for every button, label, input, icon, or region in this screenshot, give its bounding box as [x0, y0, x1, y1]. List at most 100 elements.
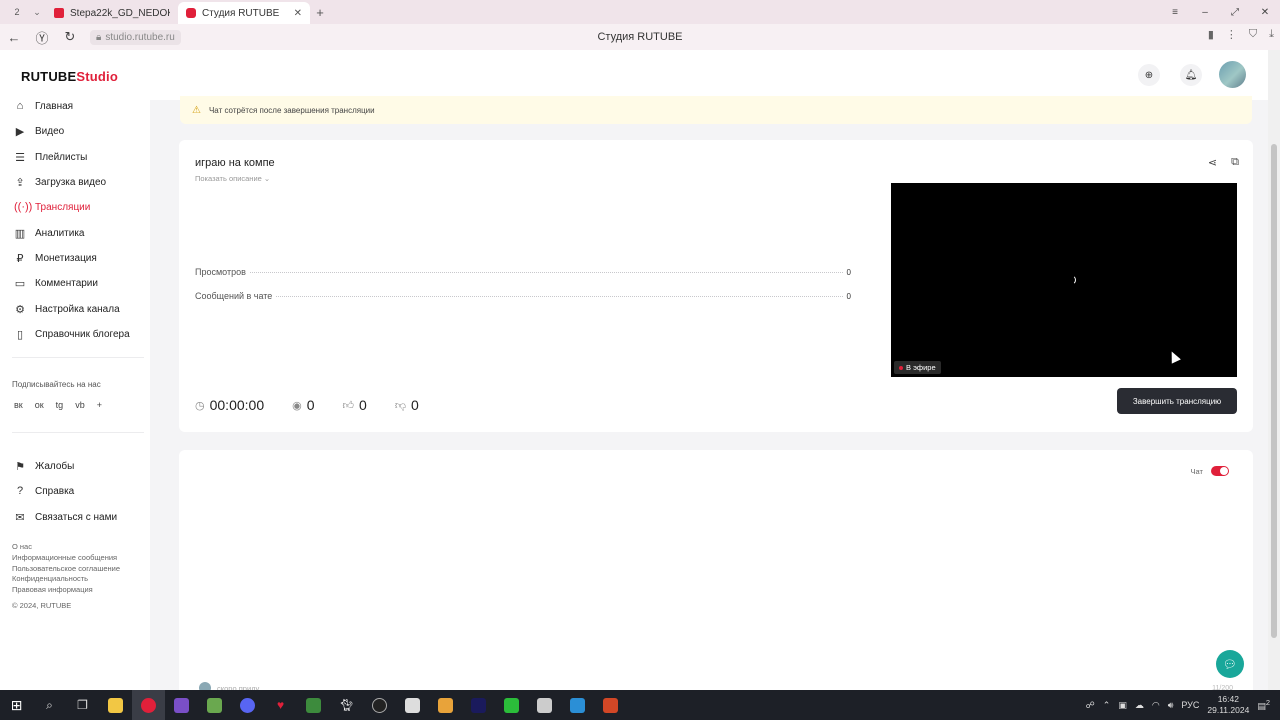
footer-link-privacy[interactable]: Конфиденциальность: [12, 574, 120, 585]
bookmark-icon[interactable]: ▮: [1208, 28, 1214, 41]
page-scrollbar[interactable]: [1268, 50, 1280, 690]
url-field[interactable]: 🔒︎ studio.rutube.ru: [90, 29, 181, 45]
footer-link-info[interactable]: Информационные сообщения: [12, 553, 120, 564]
sidebar-item-comments[interactable]: ▭ Комментарии: [14, 275, 98, 291]
notes-icon[interactable]: [429, 690, 462, 720]
browser-tab-2[interactable]: Студия RUTUBE ✕: [178, 2, 310, 24]
cat-app-icon[interactable]: 🐈︎: [330, 690, 363, 720]
footer-link-agreement[interactable]: Пользовательское соглашение: [12, 564, 120, 575]
notifications-icon[interactable]: 🔔︎: [1180, 64, 1202, 86]
obs-icon[interactable]: [363, 690, 396, 720]
footer-link-about[interactable]: О нас: [12, 542, 120, 553]
document-icon[interactable]: [528, 690, 561, 720]
browser-tab-1[interactable]: Stepa22k_GD_NEDOKUZI: [46, 2, 178, 24]
close-window-icon[interactable]: ✕: [1250, 7, 1280, 18]
menu-icon[interactable]: ≡: [1160, 7, 1190, 18]
app-icon[interactable]: [165, 690, 198, 720]
dotted-leader: [249, 272, 843, 273]
epic-games-icon[interactable]: [396, 690, 429, 720]
mail-icon: ✉: [15, 511, 25, 524]
chat-switch[interactable]: [1211, 466, 1229, 476]
video-player[interactable]: В эфире: [891, 183, 1237, 377]
sidebar-item-channel-settings[interactable]: ⚙ Настройка канала: [14, 301, 120, 317]
avatar[interactable]: [1219, 61, 1246, 88]
footer-link-legal[interactable]: Правовая информация: [12, 585, 120, 596]
loading-spinner-icon: [1066, 275, 1076, 285]
windows-taskbar: ⊞ ⌕ ❐ ♥ 🐈︎ ☍ ⌃ ▣ ☁ ◠ 🔊︎ РУС 16:42 29.11.…: [0, 690, 1280, 720]
game-icon[interactable]: [297, 690, 330, 720]
yandex-browser-icon[interactable]: [132, 690, 165, 720]
viber-icon[interactable]: vb: [75, 400, 85, 410]
language-indicator[interactable]: РУС: [1181, 700, 1199, 710]
more-icon[interactable]: ⋮: [1226, 28, 1237, 41]
logo-main: RUTUBE: [21, 69, 77, 84]
open-external-icon[interactable]: ⧉: [1231, 156, 1239, 169]
telegram-icon[interactable]: tg: [56, 400, 64, 410]
sidebar-item-complaints[interactable]: ⚑ Жалобы: [14, 458, 74, 474]
ok-icon[interactable]: ок: [35, 400, 44, 410]
tray-app-icon[interactable]: ☍: [1086, 700, 1095, 711]
new-tab-icon[interactable]: +: [310, 5, 330, 20]
sidebar-item-broadcasts[interactable]: ((·)) Трансляции: [14, 199, 90, 215]
wifi-icon[interactable]: ◠: [1152, 700, 1160, 711]
more-socials-icon[interactable]: +: [97, 400, 102, 410]
yandex-icon[interactable]: Ⓨ: [28, 28, 56, 47]
close-tab-icon[interactable]: ✕: [294, 8, 302, 19]
sidebar-item-video[interactable]: ▶ Видео: [14, 123, 64, 139]
powerpoint-icon[interactable]: [594, 690, 627, 720]
end-stream-button[interactable]: Завершить трансляцию: [1117, 388, 1237, 414]
heart-app-icon[interactable]: ♥: [264, 690, 297, 720]
url-text: studio.rutube.ru: [105, 31, 175, 43]
back-icon[interactable]: ←: [0, 30, 28, 45]
minecraft-icon[interactable]: [198, 690, 231, 720]
reload-icon[interactable]: ↻: [56, 29, 84, 45]
network-icon[interactable]: ▣: [1118, 700, 1127, 711]
rutube-studio-logo[interactable]: RUTUBEStudio: [21, 69, 118, 84]
sidebar-item-playlists[interactable]: ☰ Плейлисты: [14, 149, 87, 165]
chat-app-icon[interactable]: [561, 690, 594, 720]
minimize-icon[interactable]: –: [1190, 7, 1220, 18]
page-title: Студия RUTUBE: [597, 31, 683, 43]
volume-icon[interactable]: 🔊︎: [1168, 700, 1174, 711]
chat-toggle[interactable]: Чат: [1191, 466, 1229, 476]
sidebar-item-upload[interactable]: ⇪ Загрузка видео: [14, 174, 106, 190]
cloud-icon[interactable]: ☁: [1135, 700, 1144, 711]
task-view-icon[interactable]: ❐: [66, 690, 99, 720]
chat-bubble-icon: 💬︎: [1223, 658, 1237, 671]
discord-icon[interactable]: [231, 690, 264, 720]
maximize-icon[interactable]: ⤢: [1220, 7, 1250, 18]
sidebar-item-monetization[interactable]: ₽ Монетизация: [14, 250, 97, 266]
windows-start-icon[interactable]: ⊞: [0, 690, 33, 720]
sidebar-item-blogger-guide[interactable]: ▯ Справочник блогера: [14, 326, 130, 342]
support-chat-button[interactable]: 💬︎: [1216, 650, 1244, 678]
download-icon[interactable]: ⤓: [1269, 28, 1274, 41]
sidebar-item-label: Справка: [35, 485, 75, 497]
chevron-up-icon[interactable]: ⌃: [1103, 700, 1111, 711]
file-explorer-icon[interactable]: [99, 690, 132, 720]
clock[interactable]: 16:42 29.11.2024: [1207, 694, 1249, 716]
scrollbar-thumb[interactable]: [1271, 144, 1277, 638]
sidebar-item-home[interactable]: ⌂ Главная: [14, 98, 73, 114]
show-description-toggle[interactable]: Показать описание ⌄: [195, 174, 270, 183]
sidebar-item-contact[interactable]: ✉ Связаться с нами: [14, 509, 117, 525]
notifications-center-icon[interactable]: ▤2: [1257, 698, 1270, 712]
share-icon[interactable]: ⋖: [1208, 156, 1217, 169]
sidebar-item-help[interactable]: ? Справка: [14, 483, 74, 499]
sidebar-divider: [12, 357, 144, 358]
sidebar: ⌂ Главная ▶ Видео ☰ Плейлисты ⇪ Загрузка вид…: [0, 100, 150, 690]
comments-icon: ▭: [14, 277, 26, 290]
search-icon[interactable]: ⌕: [33, 690, 66, 720]
stream-card: играю на компе Показать описание ⌄ ⋖ ⧉ П…: [179, 140, 1253, 432]
add-content-icon[interactable]: ⊕: [1138, 64, 1160, 86]
kick-icon[interactable]: [495, 690, 528, 720]
stat-value: 0: [846, 292, 851, 301]
metric-likes: 👍︎ 0: [343, 397, 367, 413]
sidebar-item-analytics[interactable]: ▥ Аналитика: [14, 225, 85, 241]
tab-counter[interactable]: 2: [6, 3, 28, 21]
chevron-down-icon[interactable]: ⌄: [28, 7, 46, 18]
shield-icon[interactable]: ⛉: [1249, 28, 1257, 41]
metric-duration: ◷ 00:00:00: [195, 397, 264, 413]
monetization-icon: ₽: [16, 252, 24, 265]
k-app-icon[interactable]: [462, 690, 495, 720]
vk-icon[interactable]: вк: [14, 400, 23, 410]
